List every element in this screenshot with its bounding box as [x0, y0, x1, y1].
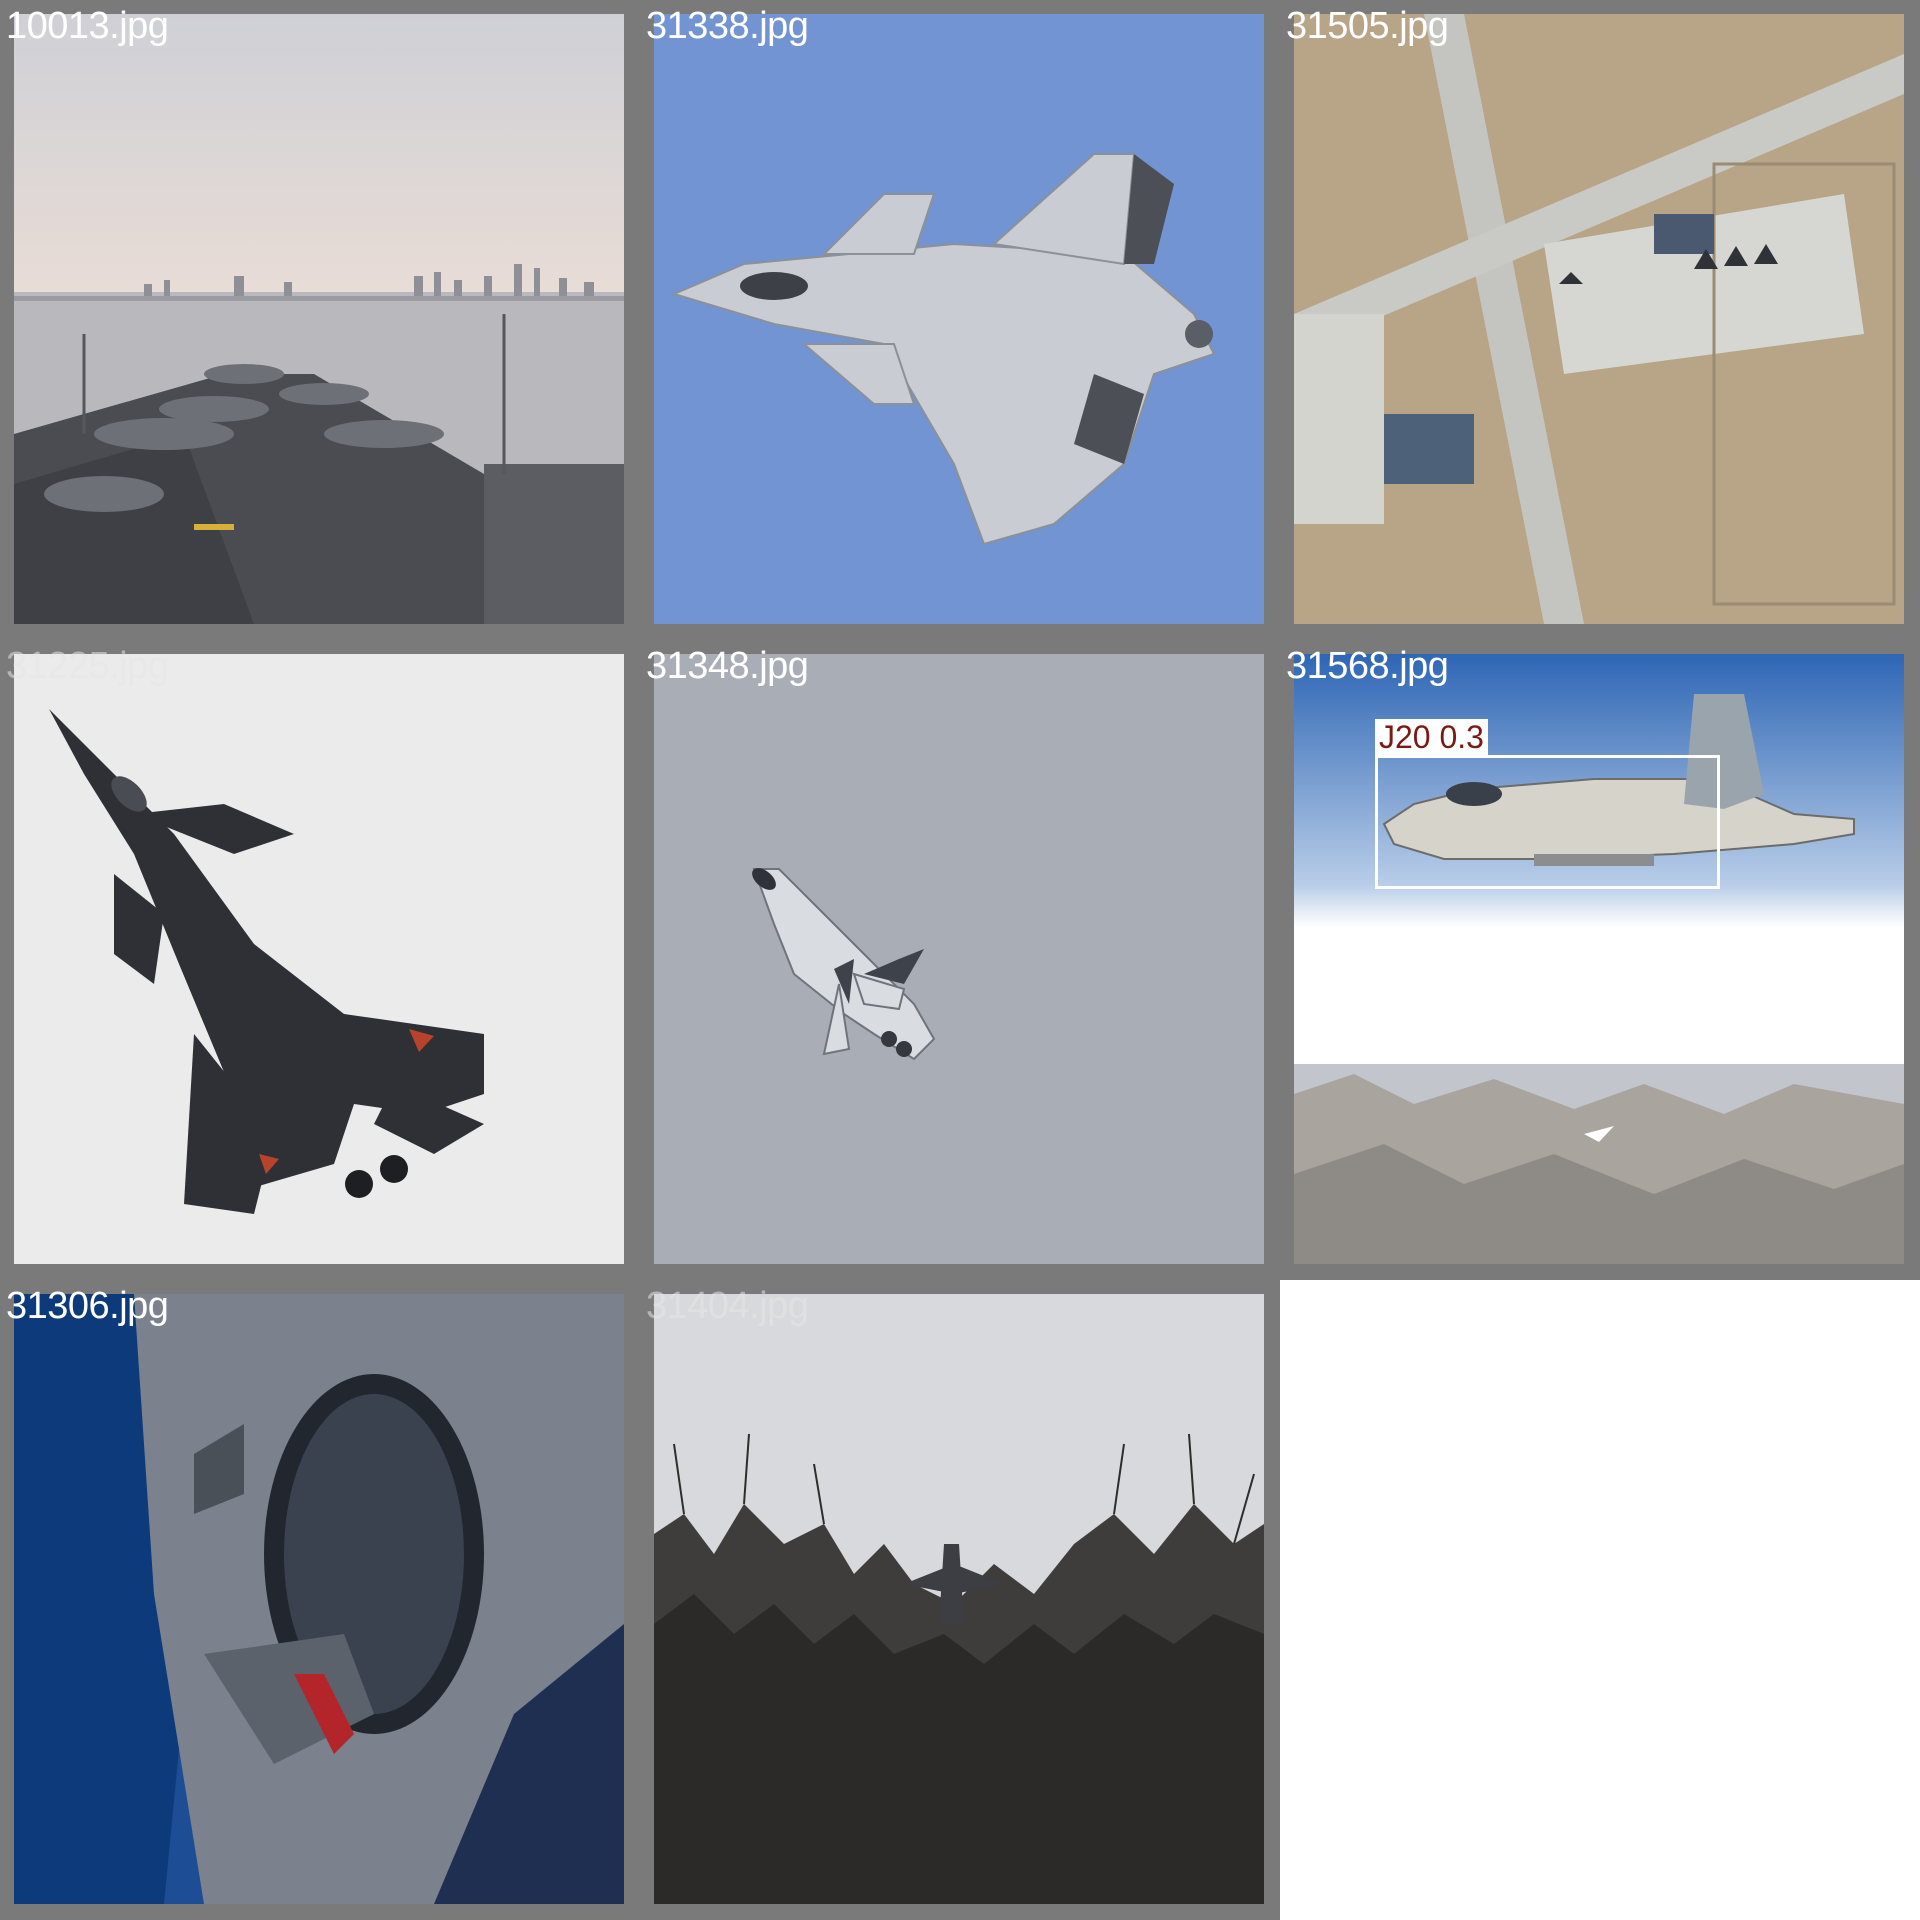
thumbnail-cockpit: [14, 1294, 624, 1904]
thumbnail-fighter-climb: [654, 654, 1264, 1264]
image-tile-2[interactable]: 31338.jpg: [640, 0, 1280, 640]
thumbnail-dark-fighter: [14, 654, 624, 1264]
filename-label: 31505.jpg: [1286, 5, 1449, 47]
detection-label: J20 0.3: [1375, 719, 1488, 755]
image-tile-3[interactable]: 31505.jpg: [1280, 0, 1920, 640]
image-tile-6[interactable]: J20 0.3 31568.jpg: [1280, 640, 1920, 1280]
thumbnail-carrier-deck: [14, 14, 624, 624]
filename-label: 10013.jpg: [6, 5, 169, 47]
image-tile-8[interactable]: 31404.jpg: [640, 1280, 1280, 1920]
image-tile-4[interactable]: 31225.jpg: [0, 640, 640, 1280]
image-tile-5[interactable]: 31348.jpg: [640, 640, 1280, 1280]
filename-label: 31404.jpg: [646, 1285, 809, 1327]
filename-label: 31568.jpg: [1286, 645, 1449, 687]
filename-label: 31306.jpg: [6, 1285, 169, 1327]
thumbnail-grey-fighter: [654, 14, 1264, 624]
image-tile-7[interactable]: 31306.jpg: [0, 1280, 640, 1920]
filename-label: 31348.jpg: [646, 645, 809, 687]
image-tile-1[interactable]: 10013.jpg: [0, 0, 640, 640]
filename-label: 31338.jpg: [646, 5, 809, 47]
thumbnail-airbase-satellite: [1294, 14, 1904, 624]
thumbnail-fighter-trees: [654, 1294, 1264, 1904]
image-grid: 10013.jpg 31338.jpg 31505.jpg 31225.jpg …: [0, 0, 1920, 1920]
filename-label: 31225.jpg: [6, 645, 169, 687]
detection-box: [1375, 755, 1720, 889]
